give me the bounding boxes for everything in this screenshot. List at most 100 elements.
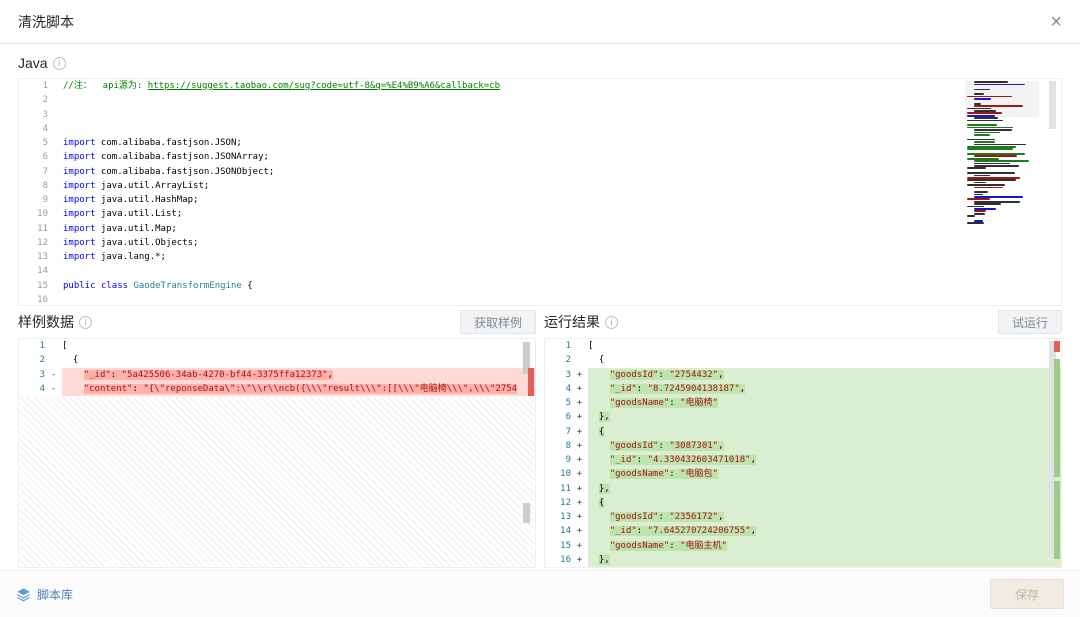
diff-line-content: "goodsName": "电脑包" [588,467,1061,482]
code-line-content: import java.lang.*; [63,252,166,262]
sample-diff-lines: 1[2 {3- "_id": "5a425506-34ab-4270-bf44-… [19,339,535,396]
run-result-panel: 运行结果 i 试运行 1[2 {3 + "goodsId": "2754432",… [544,306,1062,568]
language-row: Java i [0,44,1080,78]
line-number: 9 [565,455,571,465]
line-number: 6 [565,412,571,423]
diff-sign: + [576,383,583,394]
line-number: 11 [560,483,571,494]
line-number: 1 [565,341,571,351]
line-number: 10 [560,469,571,480]
editor-scrollbar[interactable] [1047,79,1061,305]
info-icon[interactable]: i [79,315,92,329]
code-line: 6 import com.alibaba.fastjson.JSONArray; [19,150,1061,164]
diff-sign: + [576,512,583,522]
sample-data-editor[interactable]: 1[2 {3- "_id": "5a425506-34ab-4270-bf44-… [18,338,536,568]
diff-line-content: [ [62,341,68,351]
close-icon[interactable]: × [1050,12,1062,32]
diff-line-content: "goodsId": "2754432", [588,367,1061,382]
scrollbar-slider[interactable] [523,503,530,523]
save-button[interactable]: 保存 [990,579,1064,609]
minimap-viewport[interactable] [965,81,1039,117]
diff-line-content: "goodsName": "电脑椅" [588,396,1061,411]
code-line-content [63,293,1061,305]
minimap[interactable] [965,81,1039,303]
code-line-content: import com.alibaba.fastjson.JSONArray; [63,152,269,163]
line-number: 13 [560,512,571,522]
code-line: 9 import java.util.HashMap; [19,193,1061,207]
diff-sign: + [576,540,583,551]
diff-line: 5 + "goodsName": "电脑椅" [545,396,1061,411]
diff-sign: + [576,426,583,437]
code-line-content: import java.util.ArrayList; [63,180,210,191]
layers-icon [17,587,30,601]
code-line-content: import com.alibaba.fastjson.JSONObject; [63,166,275,177]
diff-line-content: { [588,424,1061,439]
diff-line: 7 + { [545,424,1061,439]
code-line: 13 import java.lang.*; [19,250,1061,264]
line-number: 4 [39,383,45,394]
diff-sign: + [576,483,583,494]
line-number: 14 [560,526,571,537]
code-line: 5 import com.alibaba.fastjson.JSON; [19,136,1061,150]
info-icon[interactable]: i [605,315,618,329]
scrollbar-slider[interactable] [1049,81,1056,129]
removed-overview-mark [528,368,534,396]
diff-line: 4 + "_id": "8.7245904138187", [545,381,1061,396]
line-number: 10 [37,209,48,220]
diff-line-content: "goodsName": "电脑主机" [588,538,1061,553]
run-result-editor[interactable]: 1[2 {3 + "goodsId": "2754432", 4 + "_id": "… [544,338,1062,568]
diff-line: 1[ [19,339,535,353]
java-code-editor[interactable]: 1 //注： api源为: https://suggest.taobao.com/… [18,78,1062,306]
line-number: 2 [42,95,48,106]
code-lines: 1 //注： api源为: https://suggest.taobao.com/… [19,79,1061,305]
diff-line-content: "_id": "4.330432603471018", [588,453,1061,468]
line-number: 14 [37,266,48,277]
diff-line: 8 + "goodsId": "3087301", [545,438,1061,453]
diff-sign: + [576,497,583,508]
sample-data-title: 样例数据 [18,314,74,330]
code-line-content: import java.util.Map; [63,223,177,234]
script-library-link[interactable]: 脚本库 [16,586,73,603]
diff-sign: + [576,554,583,565]
line-number: 7 [42,166,48,177]
diff-sign: - [50,369,57,380]
trial-run-button[interactable]: 试运行 [997,310,1062,334]
diff-sign [571,353,588,367]
line-number: 4 [565,383,571,394]
line-number: 1 [39,341,45,351]
added-overview-mark [1054,481,1060,559]
diff-line-content: { [588,355,605,366]
sample-data-header: 样例数据 i 获取样例 [18,306,536,338]
line-number: 3 [39,369,45,380]
diff-sign: + [576,469,583,480]
get-sample-button[interactable]: 获取样例 [459,310,536,334]
diff-sign [571,339,588,353]
diff-line-content: "goodsId": "3087301", [588,438,1061,453]
sample-data-panel: 样例数据 i 获取样例 1[2 {3- "_id": "5a425506-34a… [18,306,536,568]
diff-line: 6 + }, [545,410,1061,425]
diff-line: 10 + "goodsName": "电脑包" [545,467,1061,482]
result-diff-lines: 1[2 {3 + "goodsId": "2754432", 4 + "_id": "… [545,339,1061,567]
code-line-content: import java.util.HashMap; [63,195,199,205]
code-line-content: //注： api源为: https://suggest.taobao.com/s… [63,81,500,91]
line-number: 3 [42,109,48,120]
line-number: 7 [565,426,571,437]
diff-line-content: "content": "{\"reponseData\":\"\\r\\ncb(… [62,381,535,396]
diff-line: 2 { [545,353,1061,367]
info-icon[interactable]: i [52,56,66,70]
code-line-content: import com.alibaba.fastjson.JSON; [63,138,242,148]
diff-sign [45,339,62,353]
line-number: 13 [37,252,48,262]
sample-editor-scrollbar[interactable] [521,339,535,567]
result-editor-scrollbar[interactable] [1047,339,1061,567]
code-line: 3 [19,108,1061,122]
run-result-title: 运行结果 [544,314,600,330]
line-number: 6 [42,152,48,163]
code-line: 14 [19,264,1061,278]
clean-script-modal: 清洗脚本 × Java i 1 //注： api源为: https://sugge… [0,0,1080,617]
code-line-content [63,93,1061,107]
diff-line-content: }, [588,481,1061,496]
line-number: 8 [42,180,48,191]
code-line: 4 [19,122,1061,136]
language-label: Java [18,55,48,71]
